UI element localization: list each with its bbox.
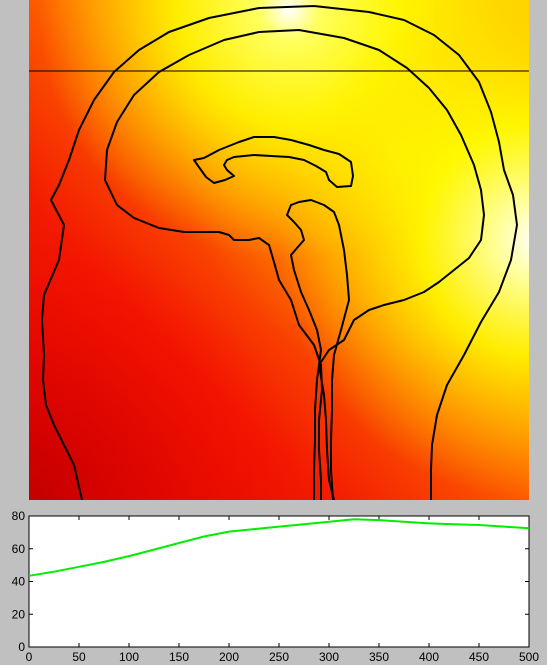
y-tick-label: 60 (12, 542, 26, 556)
x-tick-label: 450 (469, 650, 489, 664)
x-tick-label: 200 (219, 650, 239, 664)
x-tick-label: 0 (26, 650, 33, 664)
profile-plot: 0 20 40 60 80 0 50 100 150 200 250 300 350 400 450 500 (12, 509, 540, 664)
y-tick-label: 80 (12, 509, 26, 523)
y-tick-label: 0 (18, 640, 25, 654)
plot-area (28, 515, 530, 648)
y-tick-label: 40 (12, 575, 26, 589)
y-tick-label: 20 (12, 607, 26, 621)
x-tick-label: 350 (369, 650, 389, 664)
x-tick-label: 100 (119, 650, 139, 664)
x-tick-label: 400 (419, 650, 439, 664)
x-tick-label: 300 (319, 650, 339, 664)
x-tick-label: 50 (72, 650, 86, 664)
x-tick-label: 150 (169, 650, 189, 664)
x-tick-label: 500 (519, 650, 539, 664)
x-tick-label: 250 (269, 650, 289, 664)
